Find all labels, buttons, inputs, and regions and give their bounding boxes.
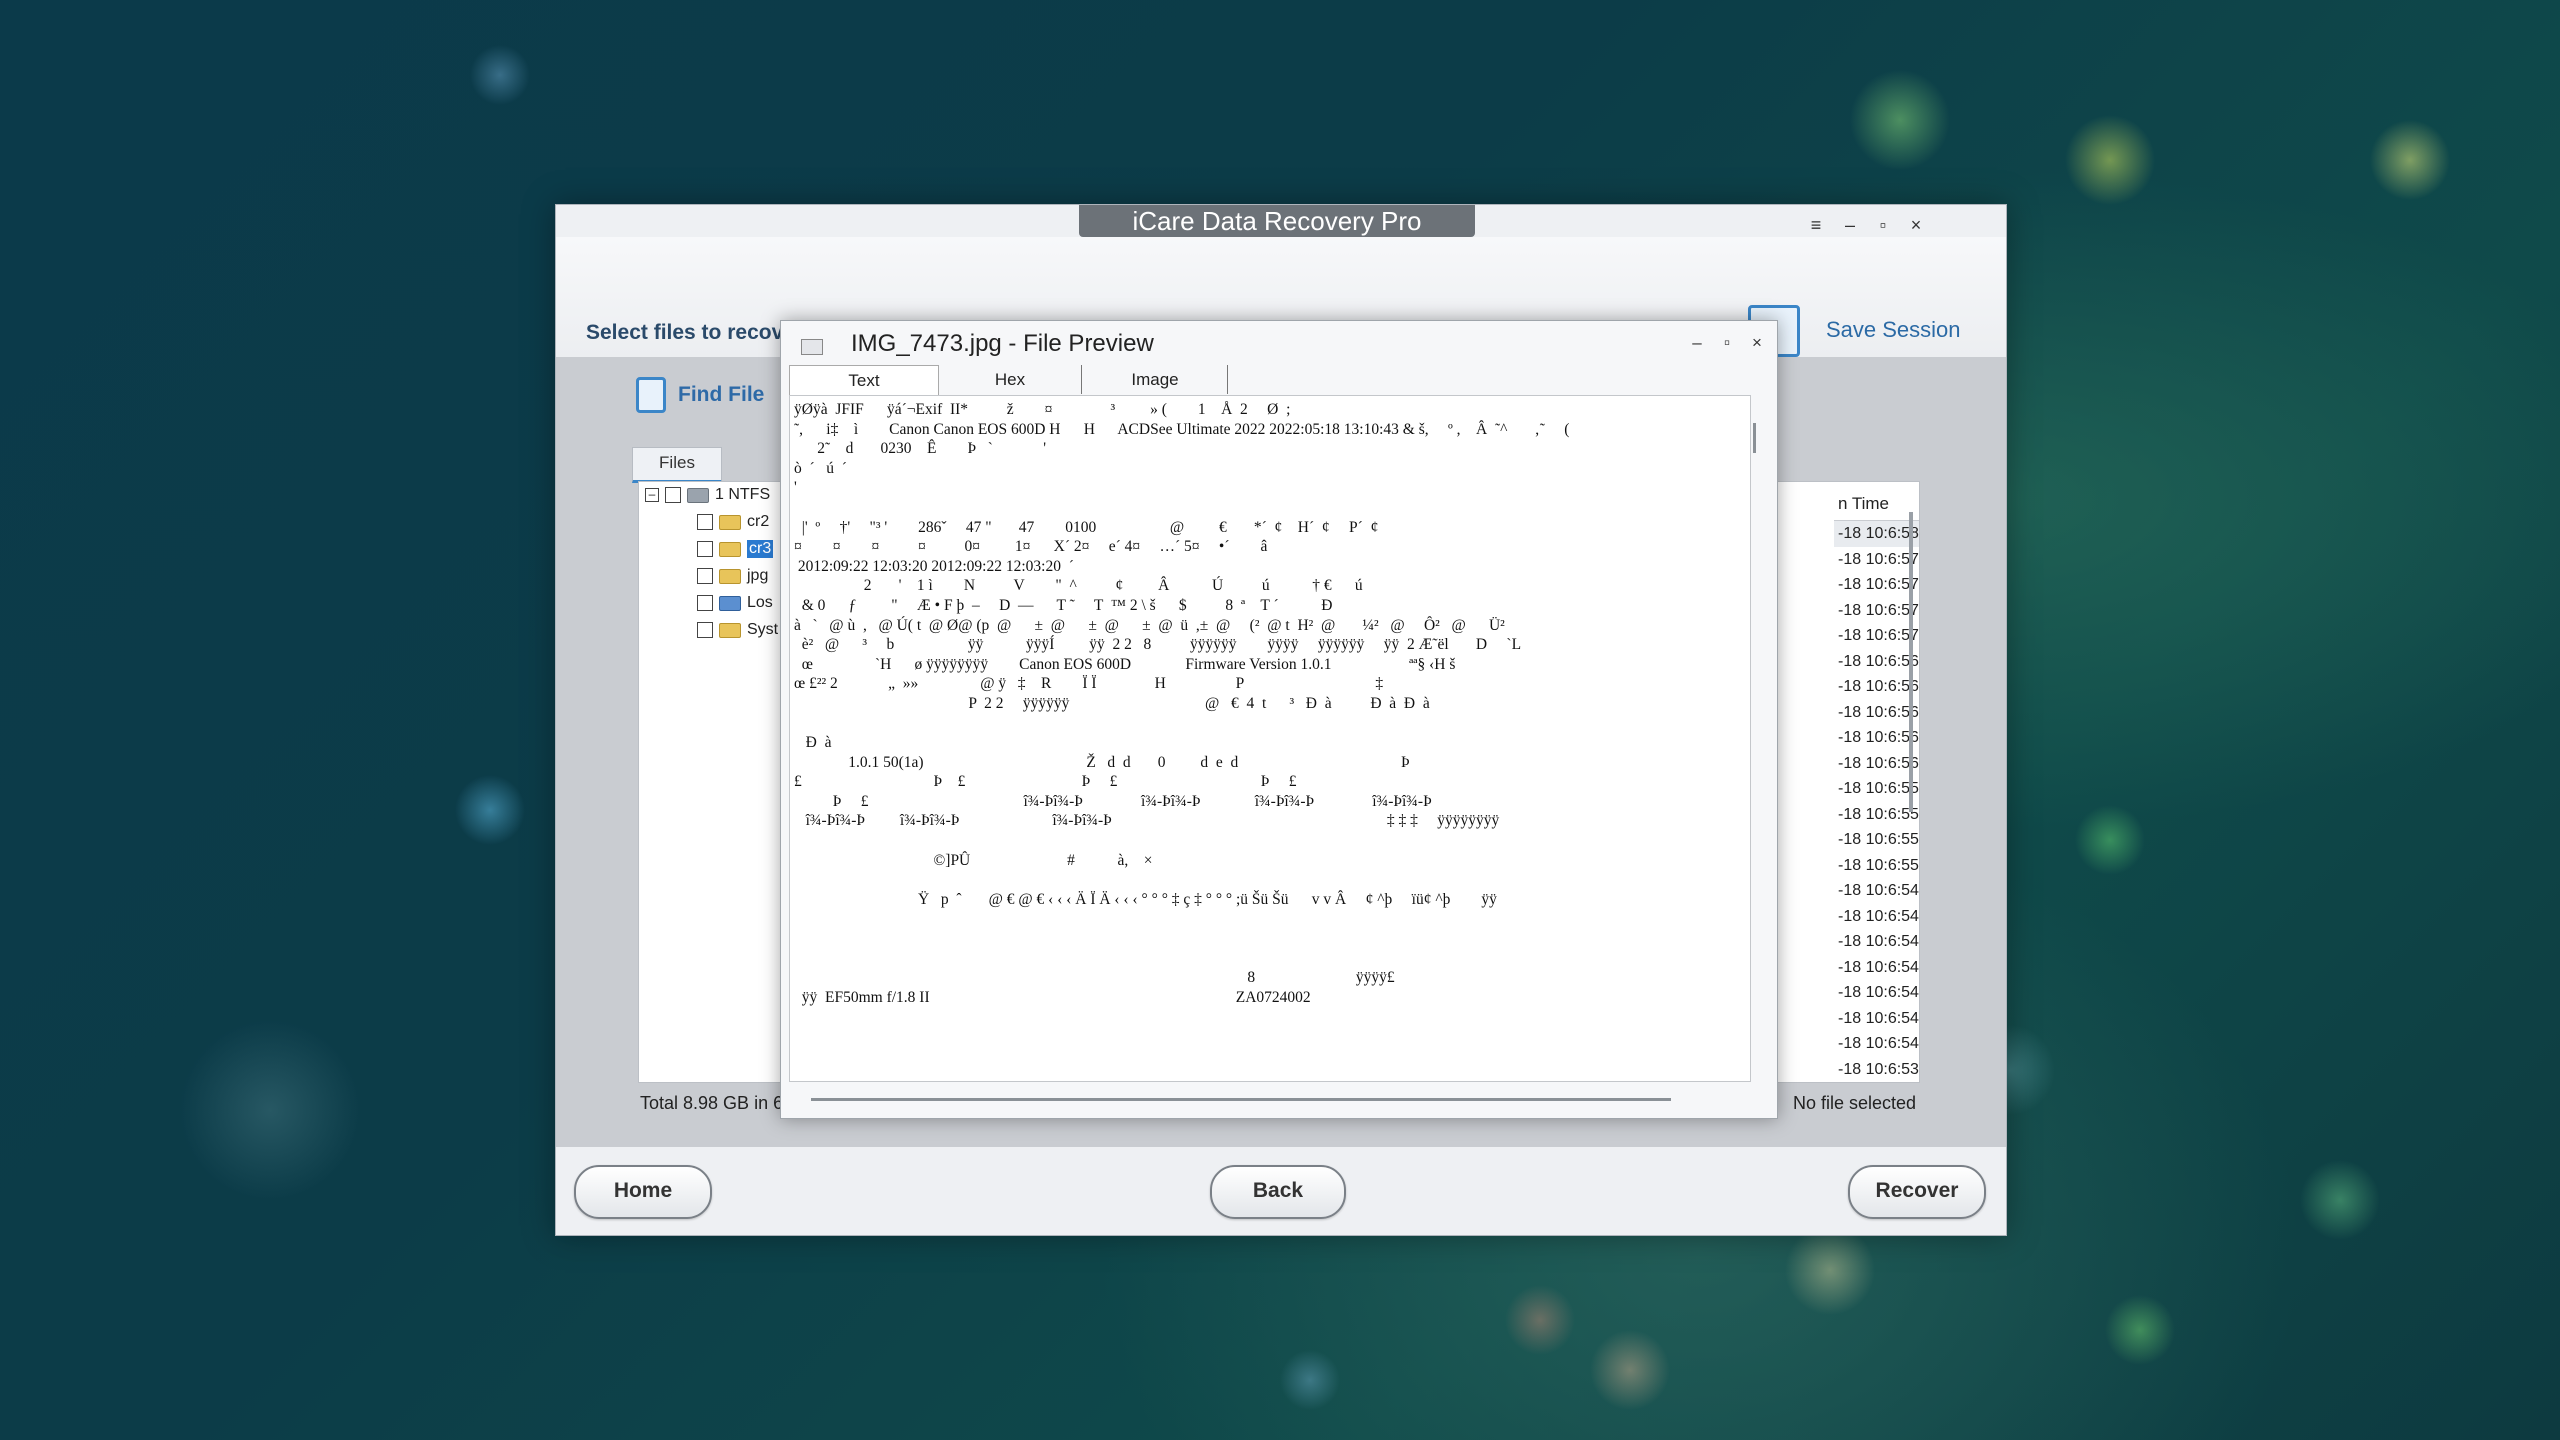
tree-item-checkbox[interactable]: [697, 541, 713, 557]
home-button[interactable]: Home: [574, 1165, 712, 1219]
close-button[interactable]: ×: [1902, 215, 1930, 236]
find-file-icon: [636, 377, 666, 413]
tree-item[interactable]: Syst: [697, 621, 778, 639]
drive-icon: [687, 487, 709, 503]
tree-root-checkbox[interactable]: [665, 487, 681, 503]
preview-maximize-button[interactable]: ▫: [1715, 333, 1739, 353]
tab-image[interactable]: Image: [1083, 365, 1228, 394]
table-row[interactable]: -18 10:6:56: [1834, 751, 1919, 777]
table-row[interactable]: -18 10:6:54: [1834, 980, 1919, 1006]
tree-item[interactable]: jpg: [697, 567, 768, 585]
table-row[interactable]: -18 10:6:56: [1834, 700, 1919, 726]
select-files-label: Select files to recover:: [586, 321, 811, 344]
tab-files[interactable]: Files: [632, 447, 722, 483]
table-row[interactable]: -18 10:6:55: [1834, 776, 1919, 802]
folder-icon: [719, 541, 741, 557]
lost-files-icon: [719, 595, 741, 611]
table-row[interactable]: -18 10:6:57: [1834, 572, 1919, 598]
tree-root[interactable]: – 1 NTFS: [645, 486, 770, 504]
back-button[interactable]: Back: [1210, 1165, 1346, 1219]
preview-minimize-button[interactable]: –: [1685, 333, 1709, 353]
tree-item-checkbox[interactable]: [697, 595, 713, 611]
tree-item-label: cr3: [747, 540, 774, 558]
table-row[interactable]: -18 10:6:57: [1834, 623, 1919, 649]
tree-item-checkbox[interactable]: [697, 514, 713, 530]
table-row[interactable]: -18 10:6:54: [1834, 904, 1919, 930]
table-row[interactable]: -18 10:6:58: [1834, 521, 1919, 547]
time-column-header[interactable]: n Time: [1834, 482, 1919, 521]
tab-text[interactable]: Text: [789, 365, 939, 395]
tree-item-checkbox[interactable]: [697, 568, 713, 584]
folder-icon: [719, 622, 741, 638]
save-session-button[interactable]: Save Session: [1826, 317, 1961, 343]
tree-item[interactable]: Los: [697, 594, 773, 612]
folder-icon: [719, 514, 741, 530]
tree-item-label: cr2: [747, 513, 770, 530]
expand-icon[interactable]: –: [645, 488, 659, 502]
tree-item-checkbox[interactable]: [697, 622, 713, 638]
menu-icon[interactable]: ≡: [1802, 215, 1830, 236]
preview-horizontal-scrollbar[interactable]: [811, 1098, 1671, 1101]
preview-tabs: Text Hex Image: [789, 365, 1769, 395]
table-row[interactable]: -18 10:6:56: [1834, 674, 1919, 700]
tree-item-label: Syst: [747, 621, 779, 638]
table-row[interactable]: -18 10:6:56: [1834, 649, 1919, 675]
preview-title: IMG_7473.jpg - File Preview: [851, 330, 1154, 357]
file-list-scrollbar[interactable]: [1909, 512, 1913, 812]
table-row[interactable]: -18 10:6:57: [1834, 598, 1919, 624]
preview-vertical-scrollbar[interactable]: [1753, 423, 1756, 453]
preview-close-button[interactable]: ×: [1745, 333, 1769, 353]
preview-text: ÿØÿà JFIF ÿá´¬Exif II* ž ¤ ³ » ( 1 Å 2 Ø…: [794, 401, 1570, 1006]
minimize-button[interactable]: –: [1836, 215, 1864, 236]
tree-item[interactable]: cr3: [697, 540, 774, 558]
file-preview-dialog: IMG_7473.jpg - File Preview – ▫ × Text H…: [780, 320, 1778, 1119]
tree-root-label: 1 NTFS: [715, 486, 771, 503]
table-row[interactable]: -18 10:6:53: [1834, 1057, 1919, 1083]
tree-item[interactable]: cr2: [697, 513, 769, 531]
recover-button[interactable]: Recover: [1848, 1165, 1986, 1219]
table-row[interactable]: -18 10:6:54: [1834, 1031, 1919, 1057]
table-row[interactable]: -18 10:6:54: [1834, 1006, 1919, 1032]
table-row[interactable]: -18 10:6:55: [1834, 802, 1919, 828]
table-row[interactable]: -18 10:6:55: [1834, 827, 1919, 853]
table-row[interactable]: -18 10:6:55: [1834, 853, 1919, 879]
maximize-button[interactable]: ▫: [1869, 215, 1897, 236]
tree-item-label: Los: [747, 594, 773, 611]
table-row[interactable]: -18 10:6:54: [1834, 929, 1919, 955]
folder-icon: [719, 568, 741, 584]
text-preview-area[interactable]: ÿØÿà JFIF ÿá´¬Exif II* ž ¤ ³ » ( 1 Å 2 Ø…: [789, 395, 1751, 1082]
table-row[interactable]: -18 10:6:54: [1834, 955, 1919, 981]
bottom-bar: Home Back Recover: [556, 1147, 2006, 1235]
tree-item-label: jpg: [747, 567, 769, 584]
find-file-label: Find File: [678, 383, 765, 406]
table-row[interactable]: -18 10:6:56: [1834, 725, 1919, 751]
table-row[interactable]: -18 10:6:54: [1834, 878, 1919, 904]
table-row[interactable]: -18 10:6:57: [1834, 547, 1919, 573]
preview-window-icon: [801, 339, 823, 355]
app-title: iCare Data Recovery Pro: [1079, 205, 1475, 237]
selection-status: No file selected: [1793, 1093, 1917, 1113]
find-file-button[interactable]: Find File: [636, 377, 764, 413]
tab-hex[interactable]: Hex: [939, 365, 1082, 394]
time-column: n Time -18 10:6:58 -18 10:6:57 -18 10:6:57…: [1834, 482, 1919, 1082]
